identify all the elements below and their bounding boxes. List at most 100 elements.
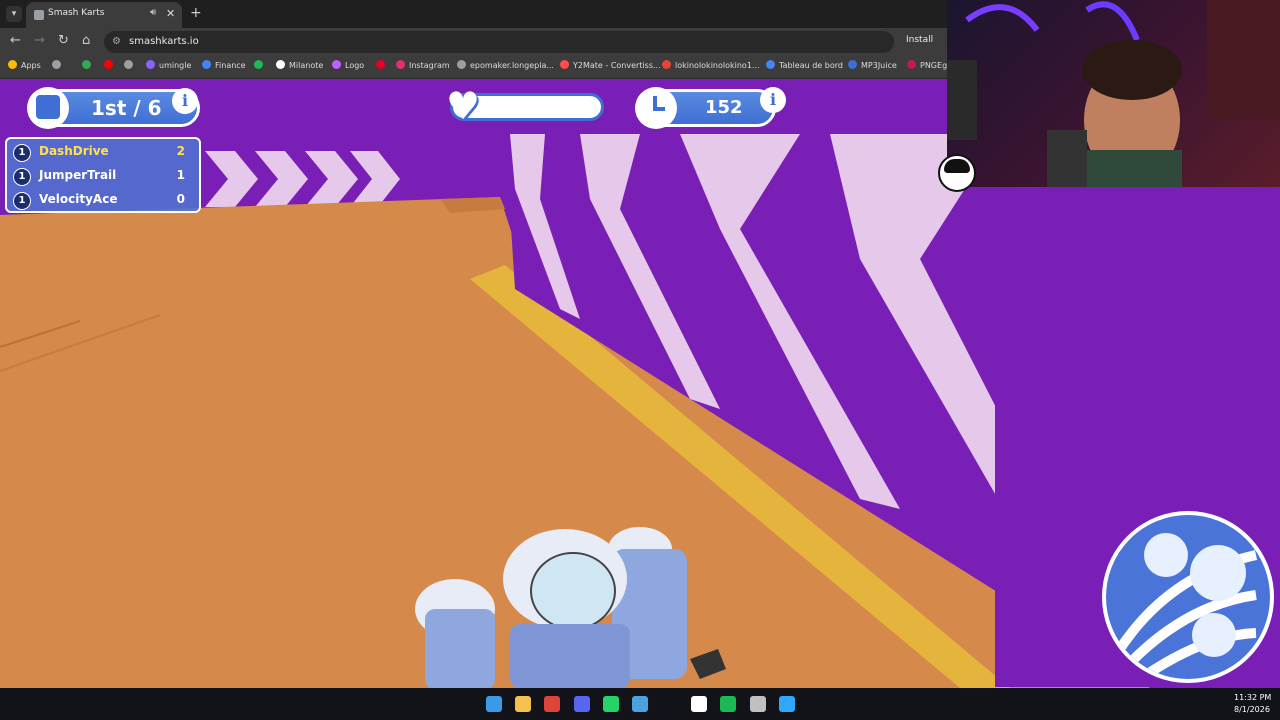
rank-text: 1st / 6 xyxy=(91,96,162,120)
bookmark-label: Milanote xyxy=(289,61,324,70)
bookmark-youtube-icon[interactable] xyxy=(104,60,117,70)
scoreboard-row: 1 JumperTrail 1 xyxy=(11,165,197,187)
snowball-icon xyxy=(1111,533,1258,679)
bookmark-y2mate-convertiss-[interactable]: Y2Mate - Convertiss... xyxy=(560,60,661,70)
bookmark-label: Tableau de bord xyxy=(779,61,843,70)
bookmark-finance[interactable]: Finance xyxy=(202,60,246,70)
scoreboard-row: 1 DashDrive 2 xyxy=(11,141,197,163)
home-icon[interactable]: ⌂ xyxy=(82,33,90,48)
youtube-icon xyxy=(104,60,113,69)
timer-info-button[interactable]: i xyxy=(760,87,786,113)
clock-time: 11:32 PM xyxy=(1234,693,1272,702)
bookmark-mp3juice[interactable]: MP3Juice xyxy=(848,60,897,70)
spotify-icon xyxy=(254,60,263,69)
spotify-icon[interactable] xyxy=(720,696,736,712)
chrome-icon[interactable] xyxy=(544,696,560,712)
clock-icon xyxy=(635,87,677,129)
scoreboard: 1 DashDrive 2 1 JumperTrail 1 1 VelocityAce 0 xyxy=(5,137,201,213)
globe-icon xyxy=(457,60,466,69)
bookmark-instagram[interactable]: Instagram xyxy=(396,60,450,70)
bookmark-apps[interactable]: Apps xyxy=(8,60,41,70)
bookmark-label: umingle xyxy=(159,61,192,70)
photoshop-icon[interactable] xyxy=(779,696,795,712)
reload-icon[interactable]: ↻ xyxy=(58,33,69,48)
clock-date: 8/1/2026 xyxy=(1234,705,1270,714)
bookmark-label: Logo xyxy=(345,61,365,70)
timer-text: 152 xyxy=(705,97,743,118)
rank-badge: 1 xyxy=(13,168,31,186)
whatsapp-icon[interactable] xyxy=(603,696,619,712)
bookmark-label: lokinolokinolokino1... xyxy=(675,61,760,70)
bookmark-tableau-de-bord[interactable]: Tableau de bord xyxy=(766,60,843,70)
capcut-icon[interactable] xyxy=(691,696,707,712)
bookmark-milanote[interactable]: Milanote xyxy=(276,60,323,70)
globe-icon xyxy=(124,60,133,69)
apps-grid-icon xyxy=(8,60,17,69)
rank-badge: 1 xyxy=(13,192,31,210)
webcam-overlay xyxy=(947,0,1280,187)
mp3juice-icon xyxy=(848,60,857,69)
player-name: DashDrive xyxy=(39,144,109,158)
logo-icon xyxy=(332,60,341,69)
bookmark-epomaker-longepla-[interactable]: epomaker.longepla... xyxy=(457,60,554,70)
install-app-button[interactable]: Install xyxy=(906,35,933,45)
finance-icon xyxy=(202,60,211,69)
new-tab-button[interactable]: + xyxy=(190,5,202,21)
pngegg-icon xyxy=(907,60,916,69)
player-score: 1 xyxy=(176,168,185,182)
bookmark-label: Y2Mate - Convertiss... xyxy=(573,61,661,70)
tab-title: Smash Karts xyxy=(48,8,105,18)
streamer-camera xyxy=(947,0,1280,187)
bookmark-grid-icon[interactable] xyxy=(52,60,65,70)
bookmark-umingle[interactable]: umingle xyxy=(146,60,191,70)
pinterest-icon xyxy=(376,60,385,69)
snowball-ability-button[interactable] xyxy=(1102,511,1274,683)
rank-info-button[interactable]: i xyxy=(172,88,198,114)
podium-icon xyxy=(27,87,69,129)
bookmark-globe-icon[interactable] xyxy=(124,60,137,70)
player-score: 2 xyxy=(176,144,185,158)
file-explorer-icon[interactable] xyxy=(515,696,531,712)
bookmark-green-app-icon[interactable] xyxy=(82,60,95,70)
site-info-icon[interactable]: ⚙ xyxy=(112,36,121,47)
bookmark-pngegg[interactable]: PNGEgg xyxy=(907,60,952,70)
player-name: JumperTrail xyxy=(39,168,117,182)
forward-icon[interactable]: → xyxy=(34,33,45,48)
rank-badge: 1 xyxy=(13,144,31,162)
grid-icon xyxy=(52,60,61,69)
bookmark-label: epomaker.longepla... xyxy=(470,61,554,70)
umingle-icon xyxy=(146,60,155,69)
bookmark-logo[interactable]: Logo xyxy=(332,60,364,70)
heart-icon: ♥ xyxy=(446,84,481,128)
windows-start-icon[interactable] xyxy=(486,696,502,712)
milanote-icon xyxy=(276,60,285,69)
tab-search-button[interactable]: ▾ xyxy=(6,6,22,22)
notepad-icon[interactable] xyxy=(632,696,648,712)
discord-icon[interactable] xyxy=(574,696,590,712)
bookmark-label: Instagram xyxy=(409,61,450,70)
steam-icon[interactable] xyxy=(750,696,766,712)
avatar-sticker-icon xyxy=(938,154,976,192)
player-name: VelocityAce xyxy=(39,192,118,206)
close-icon[interactable]: ✕ xyxy=(166,7,175,20)
bookmark-lokinolokinolokino1-[interactable]: lokinolokinolokino1... xyxy=(662,60,760,70)
timer-panel: 152 xyxy=(635,87,776,129)
green-app-icon xyxy=(82,60,91,69)
address-bar[interactable]: ⚙ smashkarts.io xyxy=(104,31,894,53)
tab-smash-karts[interactable]: Smash Karts 🔊︎ ✕ xyxy=(26,2,182,28)
y2mate-icon xyxy=(560,60,569,69)
tab-favicon-icon xyxy=(34,10,44,20)
url-text: smashkarts.io xyxy=(129,36,199,47)
bookmark-label: MP3Juice xyxy=(861,61,897,70)
tableau-icon xyxy=(766,60,775,69)
player-score: 0 xyxy=(176,192,185,206)
back-icon[interactable]: ← xyxy=(10,33,21,48)
bookmark-label: Finance xyxy=(215,61,246,70)
bookmark-label: Apps xyxy=(21,61,41,70)
instagram-icon xyxy=(396,60,405,69)
scoreboard-row: 1 VelocityAce 0 xyxy=(11,189,197,211)
speaker-icon[interactable]: 🔊︎ xyxy=(150,7,156,18)
bookmark-spotify-icon[interactable] xyxy=(254,60,267,70)
bookmark-pinterest-icon[interactable] xyxy=(376,60,389,70)
gmail-icon xyxy=(662,60,671,69)
